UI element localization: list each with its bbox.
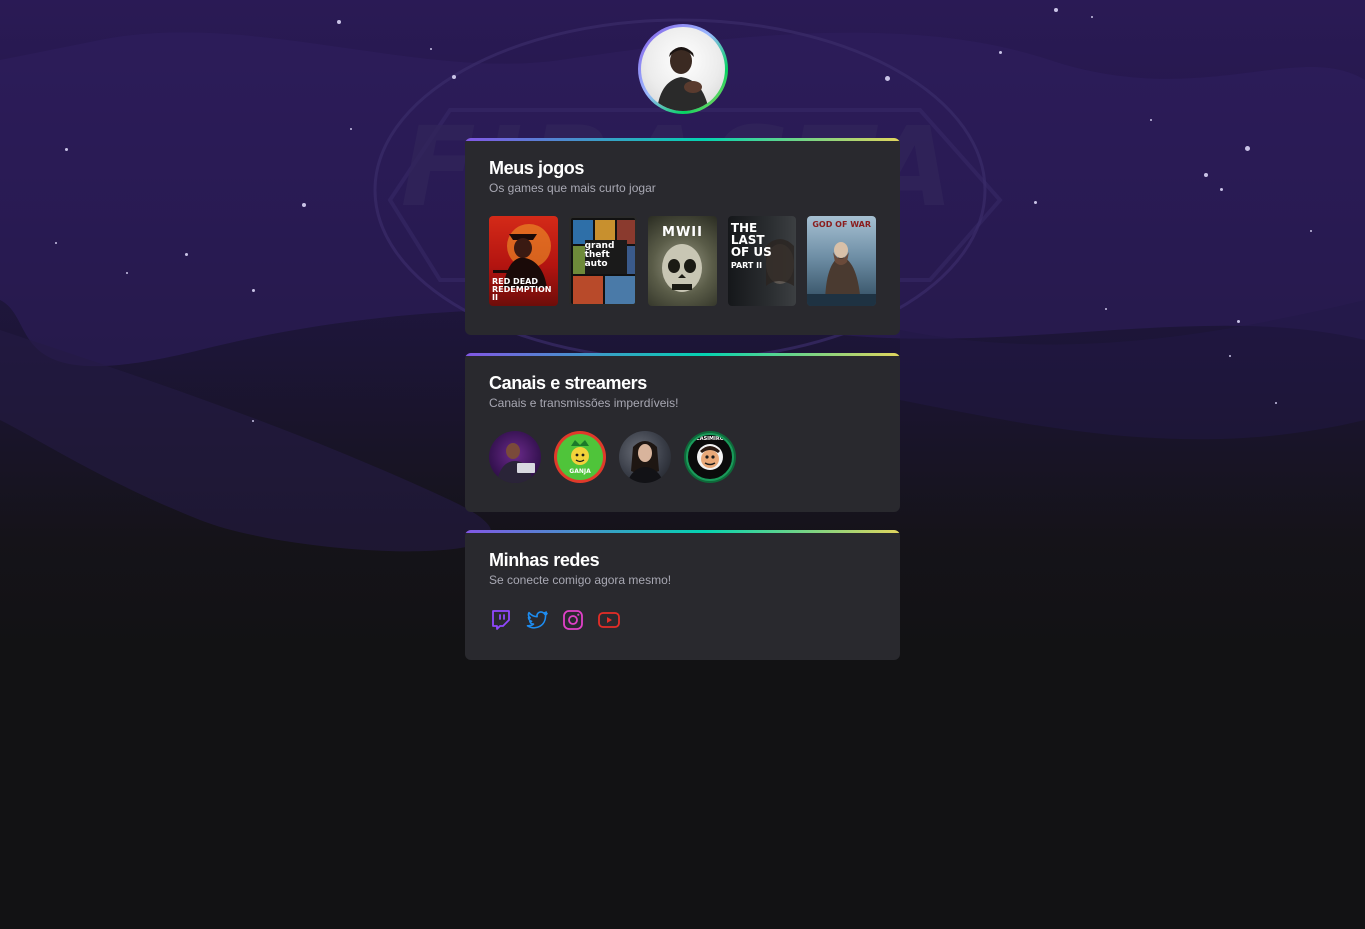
games-title: Meus jogos bbox=[489, 158, 585, 178]
streamers-card: Canais e streamers Canais e transmissões… bbox=[465, 353, 900, 512]
game-the-last-of-us-2[interactable]: THE LAST OF US PART II bbox=[727, 216, 797, 306]
twitter-icon[interactable] bbox=[525, 608, 549, 632]
instagram-icon[interactable] bbox=[561, 608, 585, 632]
streamers-list: GANJA CASIMIRO bbox=[489, 431, 876, 483]
streamer-badge-2: GANJA bbox=[569, 468, 591, 475]
games-subtitle: Os games que mais curto jogar bbox=[489, 181, 656, 195]
networks-subtitle: Se conecte comigo agora mesmo! bbox=[489, 573, 672, 587]
streamer-badge-4: CASIMIRO bbox=[696, 436, 724, 442]
profile-avatar bbox=[638, 24, 728, 114]
networks-list bbox=[489, 608, 876, 632]
game-gta-v[interactable]: grand theft auto bbox=[568, 216, 638, 306]
youtube-icon[interactable] bbox=[597, 608, 621, 632]
game-red-dead-redemption-2[interactable]: RED DEAD REDEMPTION II bbox=[489, 216, 558, 306]
streamers-title: Canais e streamers bbox=[489, 373, 647, 393]
game-label-mw2: MWII bbox=[662, 225, 703, 240]
streamers-subtitle: Canais e transmissões imperdíveis! bbox=[489, 396, 679, 410]
games-list: RED DEADREDEMPTION II grandtheftauto bbox=[489, 216, 876, 306]
networks-title: Minhas redes bbox=[489, 550, 600, 570]
twitch-icon[interactable] bbox=[489, 608, 513, 632]
game-label-gow: GOD OF WAR bbox=[812, 220, 872, 229]
streamer-avatar-3[interactable] bbox=[619, 431, 671, 483]
networks-card: Minhas redes Se conecte comigo agora mes… bbox=[465, 530, 900, 660]
game-label-rdr2: RED DEAD REDEMPTION II bbox=[492, 277, 552, 302]
game-label-gta: grand theft auto bbox=[584, 241, 615, 269]
game-god-of-war[interactable]: GOD OF WAR bbox=[807, 216, 876, 306]
game-label-tlou2: THE LAST OF US PART II bbox=[730, 221, 772, 270]
game-call-of-duty-mw2[interactable]: MWII bbox=[648, 216, 717, 306]
streamer-avatar-1[interactable] bbox=[489, 431, 541, 483]
streamer-avatar-2[interactable]: GANJA bbox=[554, 431, 606, 483]
avatar-photo bbox=[641, 27, 725, 111]
streamer-avatar-4[interactable]: CASIMIRO bbox=[684, 431, 736, 483]
games-card: Meus jogos Os games que mais curto jogar… bbox=[465, 138, 900, 335]
